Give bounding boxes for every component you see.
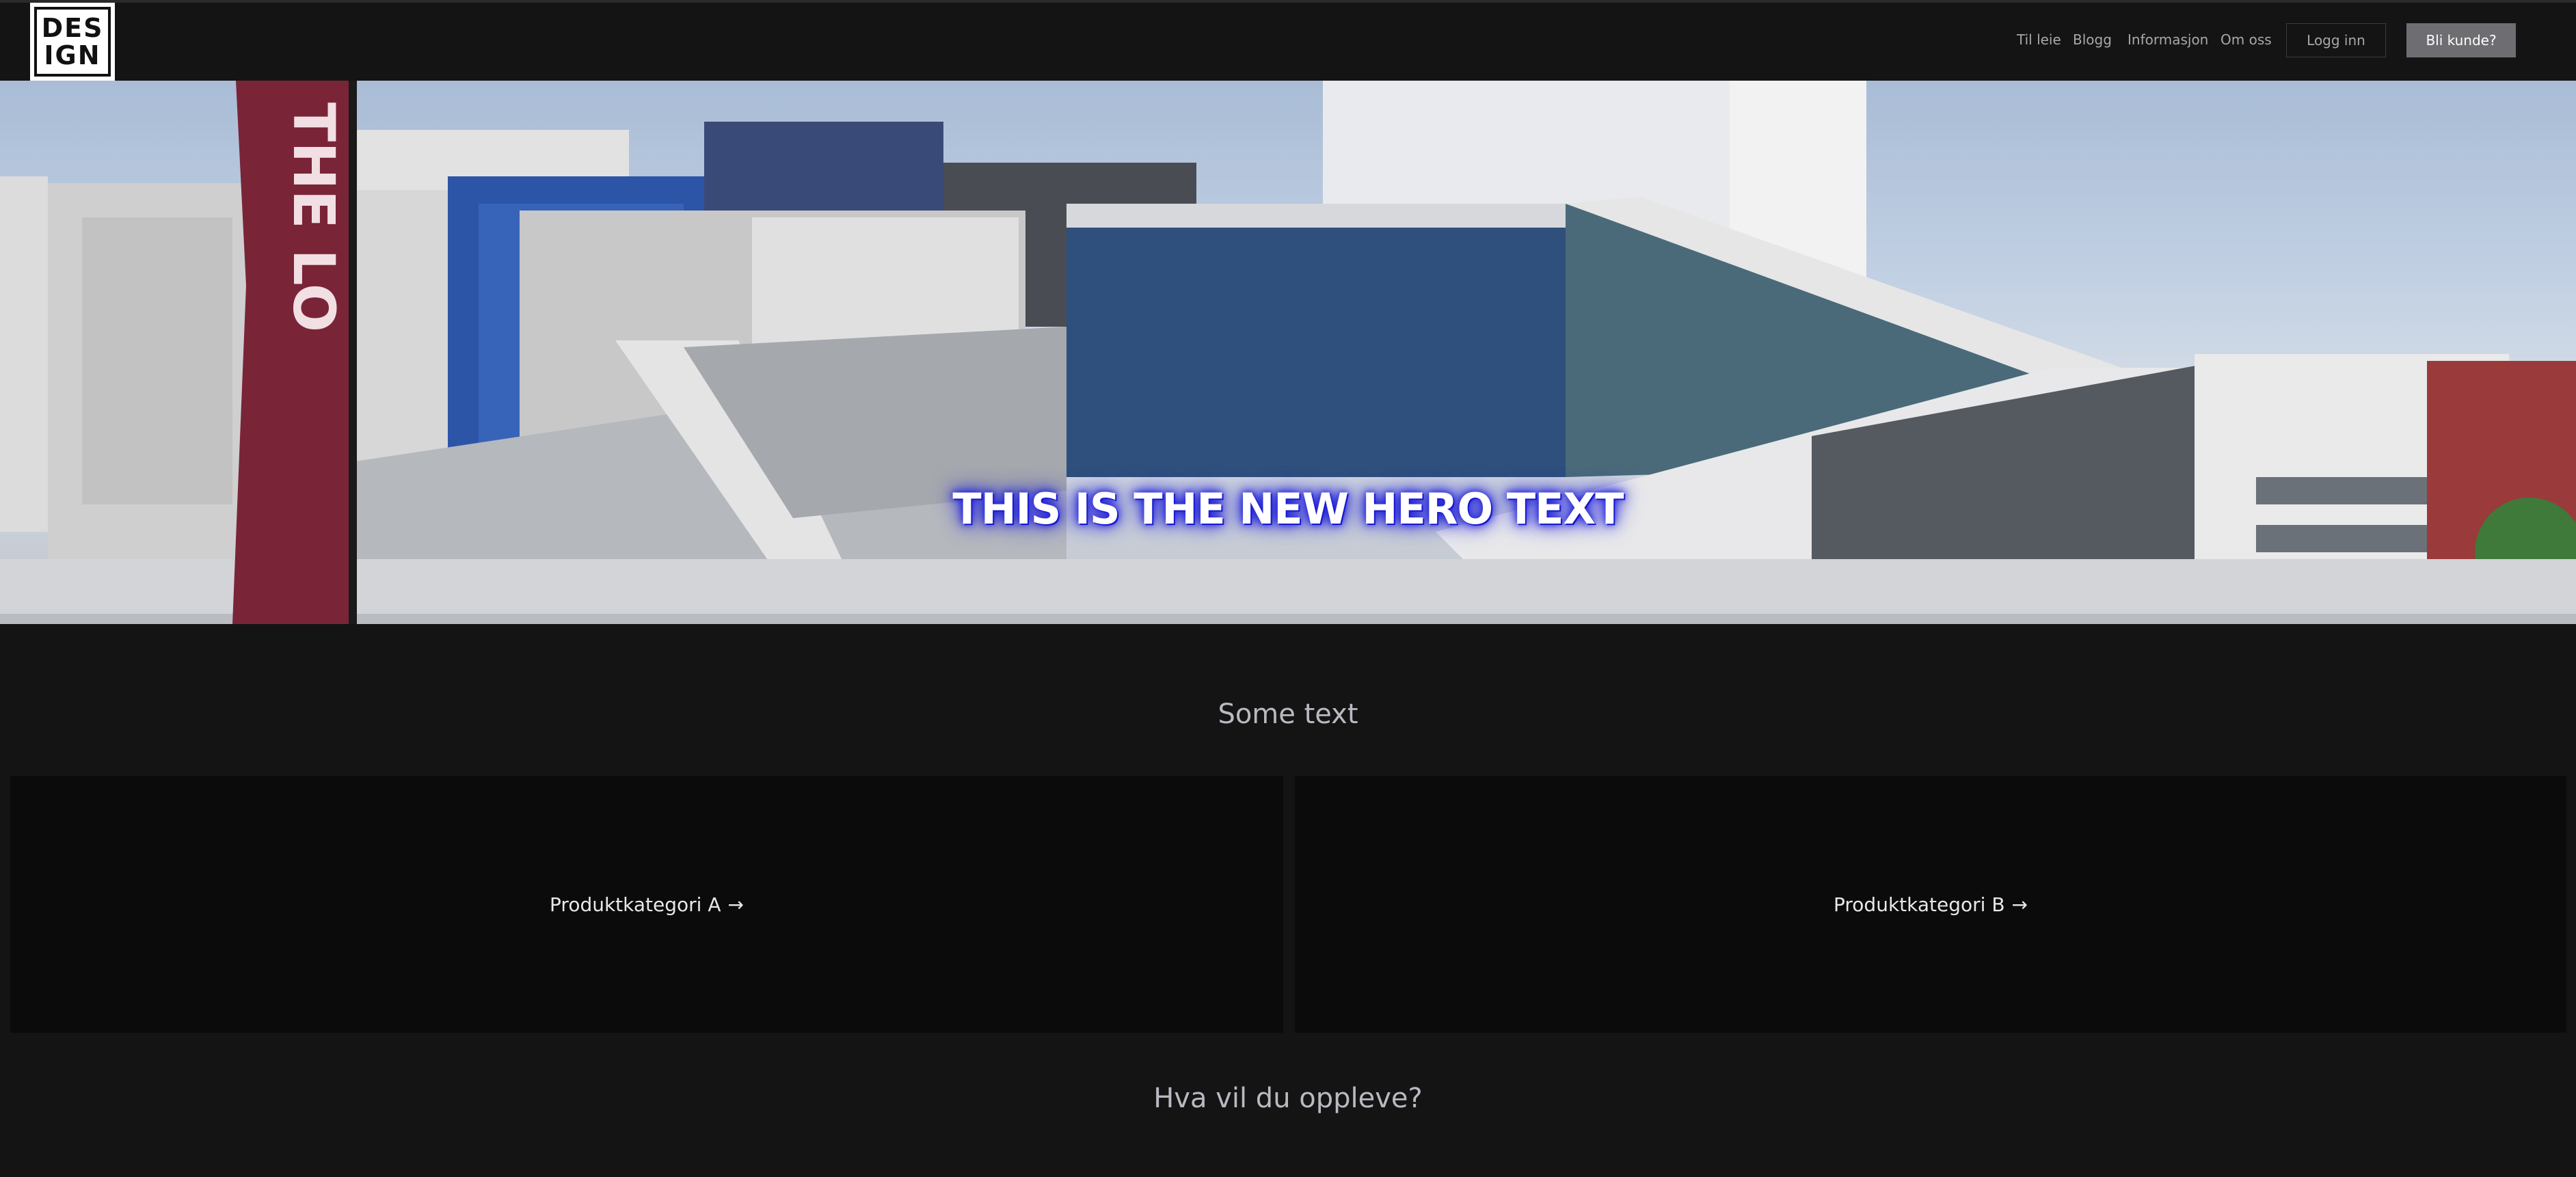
nav-link-til-leie[interactable]: Til leie xyxy=(2017,31,2061,48)
nav-link-blogg[interactable]: Blogg xyxy=(2073,31,2112,48)
arrow-right-icon: → xyxy=(2011,893,2028,916)
category-label-b: Produktkategori B xyxy=(1834,893,2005,916)
section-title-hva-vil-du-oppleve: Hva vil du oppleve? xyxy=(1153,1083,1423,1114)
login-button[interactable]: Logg inn xyxy=(2286,23,2386,57)
nav-link-informasjon[interactable]: Informasjon xyxy=(2128,31,2208,48)
site-logo[interactable]: DES IGN xyxy=(30,3,115,81)
category-card-a[interactable]: Produktkategori A → xyxy=(10,776,1283,1033)
hero-image: THE LO xyxy=(0,81,2576,624)
logo-line-1: DES xyxy=(41,13,104,43)
category-label-a: Produktkategori A xyxy=(550,893,721,916)
logo-mark: DES IGN xyxy=(34,7,111,77)
hero-banner: THE LO THIS IS THE NEW HERO TEXT xyxy=(0,81,2576,624)
become-customer-button[interactable]: Bli kunde? xyxy=(2406,23,2516,57)
logo-line-2: IGN xyxy=(44,40,101,70)
nav-link-om-oss[interactable]: Om oss xyxy=(2221,31,2272,48)
flag-text: THE LO xyxy=(280,103,347,332)
category-card-b[interactable]: Produktkategori B → xyxy=(1295,776,2566,1033)
section-title-some-text: Some text xyxy=(1218,699,1358,730)
arrow-right-icon: → xyxy=(727,893,744,916)
hero-headline: THIS IS THE NEW HERO TEXT xyxy=(952,484,1624,534)
